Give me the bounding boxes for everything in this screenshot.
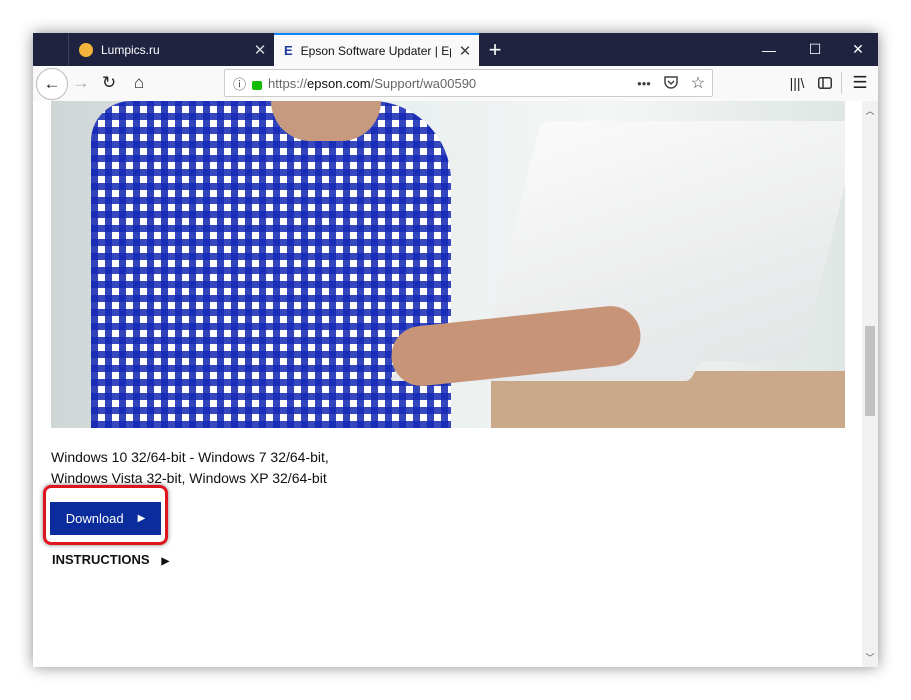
lock-icon — [252, 80, 263, 90]
scrollbar-thumb[interactable] — [865, 326, 875, 416]
tab-lumpics[interactable]: Lumpics.ru ✕ — [68, 33, 274, 66]
menu-icon[interactable]: ☰ — [846, 69, 874, 97]
new-tab-button[interactable]: + — [483, 37, 507, 63]
tab-bar: Lumpics.ru ✕ E Epson Software Updater | … — [33, 33, 878, 66]
os-compatibility: Windows 10 32/64-bit - Windows 7 32/64-b… — [51, 447, 329, 489]
bookmark-star-icon[interactable]: ☆ — [684, 73, 712, 93]
address-bar[interactable]: ⓘ https://epson.com/Support/wa00590 ••• … — [224, 69, 713, 97]
tab-title: Lumpics.ru — [101, 42, 160, 57]
page-content: Windows 10 32/64-bit - Windows 7 32/64-b… — [33, 101, 878, 667]
os-line: Windows 10 32/64-bit - Windows 7 32/64-b… — [51, 449, 329, 465]
tab-title: Epson Software Updater | Epso — [300, 43, 451, 58]
hero-image — [51, 101, 845, 428]
instructions-label: INSTRUCTIONS — [52, 552, 150, 567]
download-label: Download — [65, 511, 124, 526]
library-icon[interactable]: |||\ — [783, 69, 811, 97]
epson-e-icon: E — [284, 43, 293, 58]
vertical-scrollbar[interactable]: ︿ ﹀ — [862, 101, 878, 667]
pocket-icon[interactable] — [658, 75, 684, 92]
close-icon[interactable]: ✕ — [451, 42, 479, 60]
more-actions-icon[interactable]: ••• — [630, 76, 658, 91]
close-window-button[interactable]: ✕ — [835, 33, 878, 66]
back-button[interactable]: ← — [36, 68, 68, 100]
scroll-down-icon[interactable]: ﹀ — [862, 651, 878, 664]
close-icon[interactable]: ✕ — [246, 41, 274, 59]
play-arrow-icon: ▶ — [161, 556, 170, 567]
url-text[interactable]: https://epson.com/Support/wa00590 — [268, 76, 630, 91]
orange-circle-icon — [79, 42, 93, 57]
download-button[interactable]: Download ▶ — [50, 502, 161, 535]
info-icon[interactable]: ⓘ — [233, 74, 246, 93]
tab-epson[interactable]: E Epson Software Updater | Epso ✕ — [274, 33, 479, 66]
maximize-button[interactable]: ☐ — [792, 33, 838, 66]
forward-button[interactable]: → — [67, 69, 95, 97]
nav-toolbar: ← → ↻ ⌂ ⓘ https://epson.com/Support/wa00… — [33, 66, 878, 102]
toolbar-divider — [841, 72, 842, 94]
scroll-up-icon[interactable]: ︿ — [862, 104, 878, 117]
instructions-link[interactable]: INSTRUCTIONS ▶ — [52, 552, 169, 567]
home-button[interactable]: ⌂ — [125, 69, 153, 97]
minimize-button[interactable]: — — [746, 33, 792, 66]
sidebar-icon[interactable] — [811, 69, 839, 97]
play-arrow-icon: ▶ — [137, 513, 146, 524]
browser-window: Lumpics.ru ✕ E Epson Software Updater | … — [33, 33, 878, 667]
reload-button[interactable]: ↻ — [95, 69, 123, 97]
